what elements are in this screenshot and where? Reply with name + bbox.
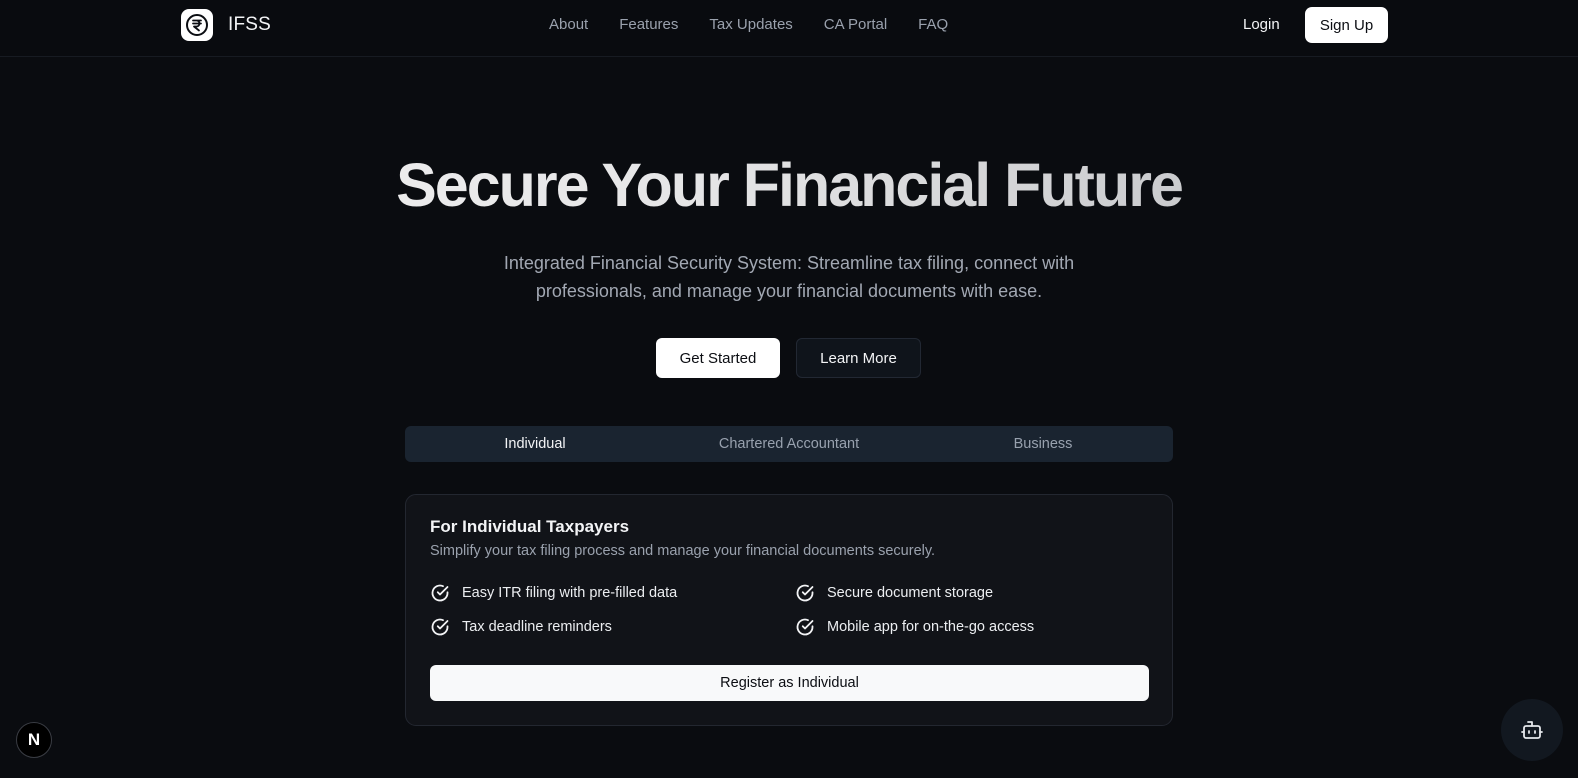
tab-individual[interactable]: Individual — [408, 429, 662, 459]
feature-label: Mobile app for on-the-go access — [827, 619, 1035, 635]
get-started-button[interactable]: Get Started — [656, 338, 780, 378]
learn-more-button[interactable]: Learn More — [796, 338, 921, 378]
nav-link-about[interactable]: About — [549, 16, 588, 33]
tab-chartered-accountant[interactable]: Chartered Accountant — [662, 429, 916, 459]
nav-link-faq[interactable]: FAQ — [918, 16, 948, 33]
check-circle-icon — [795, 583, 815, 603]
check-circle-icon — [430, 583, 450, 603]
user-type-tabs: Individual Chartered Accountant Business — [405, 426, 1173, 462]
hero-title: Secure Your Financial Future — [0, 150, 1578, 220]
brand-name: IFSS — [228, 14, 272, 35]
feature-item: Tax deadline reminders — [430, 617, 612, 637]
feature-label: Secure document storage — [827, 585, 994, 601]
chat-assistant-button[interactable] — [1501, 699, 1563, 761]
register-individual-button[interactable]: Register as Individual — [430, 665, 1149, 701]
top-navbar: IFSS About Features Tax Updates CA Porta… — [0, 0, 1578, 57]
individual-card: For Individual Taxpayers Simplify your t… — [405, 494, 1173, 726]
login-link[interactable]: Login — [1243, 16, 1280, 33]
tab-business[interactable]: Business — [916, 429, 1170, 459]
badge-letter: N — [27, 730, 41, 749]
rupee-icon — [181, 9, 213, 41]
nextjs-dev-badge[interactable]: N — [16, 722, 52, 758]
card-title: For Individual Taxpayers — [430, 517, 630, 536]
feature-label: Easy ITR filing with pre-filled data — [462, 585, 678, 601]
nav-link-tax-updates[interactable]: Tax Updates — [709, 16, 792, 33]
nav-link-ca-portal[interactable]: CA Portal — [824, 16, 887, 33]
check-circle-icon — [795, 617, 815, 637]
hero-subtitle: Integrated Financial Security System: St… — [503, 253, 1075, 301]
nav-link-features[interactable]: Features — [619, 16, 678, 33]
feature-label: Tax deadline reminders — [462, 619, 612, 635]
check-circle-icon — [430, 617, 450, 637]
bot-icon — [1520, 718, 1544, 742]
main-nav: About Features Tax Updates CA Portal FAQ — [549, 16, 948, 33]
feature-item: Easy ITR filing with pre-filled data — [430, 583, 677, 603]
feature-item: Secure document storage — [795, 583, 993, 603]
brand[interactable]: IFSS — [181, 9, 271, 41]
card-description: Simplify your tax filing process and man… — [430, 543, 936, 559]
feature-item: Mobile app for on-the-go access — [795, 617, 1034, 637]
sign-up-button[interactable]: Sign Up — [1305, 7, 1388, 43]
landing-page: IFSS About Features Tax Updates CA Porta… — [0, 0, 1578, 778]
